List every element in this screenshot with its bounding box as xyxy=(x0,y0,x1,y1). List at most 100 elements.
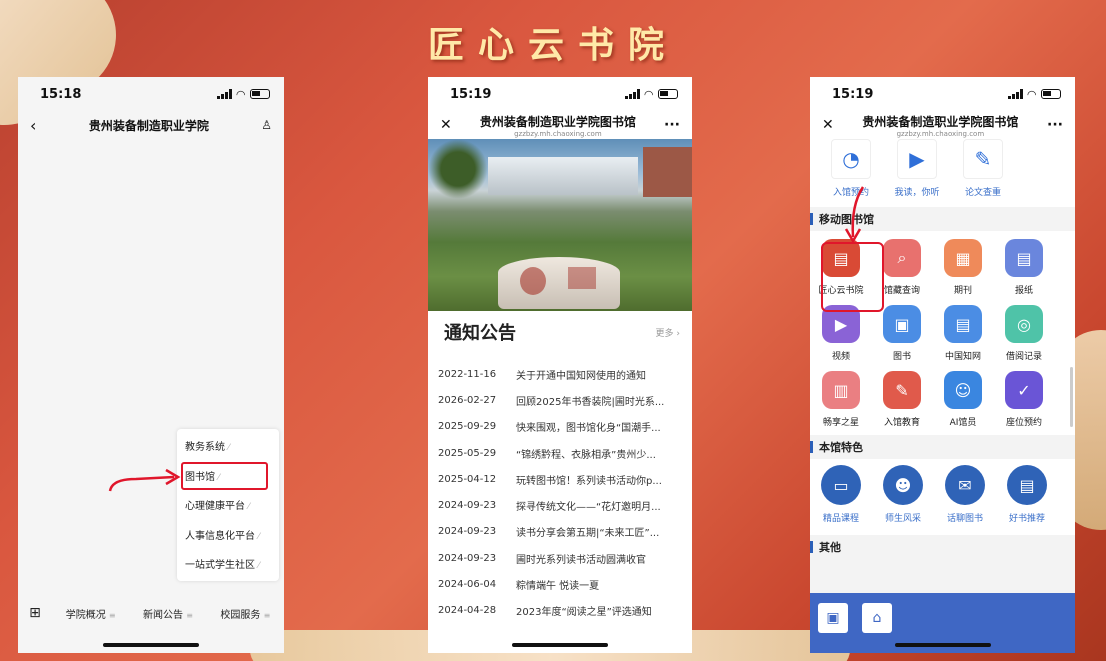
nav-bar: ✕ 贵州装备制造职业学院图书馆 gzzbzy.mh.chaoxing.com ··… xyxy=(428,111,692,139)
service-label: AI馆员 xyxy=(949,418,977,428)
notice-text: 关于开通中国知网使用的通知 xyxy=(516,370,646,382)
phone-library-home: 15:19 ◠ ✕ 贵州装备制造职业学院图书馆 gzzbzy.mh.chaoxin… xyxy=(428,77,692,653)
nav-bar: ✕ 贵州装备制造职业学院图书馆 gzzbzy.mh.chaoxing.com ··… xyxy=(810,111,1075,139)
clock-icon: ◔ xyxy=(831,139,871,179)
notice-row[interactable]: 2024-09-23 读书分享会第五期|“未来工匠”... xyxy=(428,519,692,545)
status-bar: 15:19 ◠ xyxy=(428,77,692,111)
notice-date: 2022-11-16 xyxy=(438,368,497,380)
notice-row[interactable]: 2025-09-29 快来围观，图书馆化身“国潮手... xyxy=(428,414,692,440)
feature-item[interactable]: ✉ 话聊图书 xyxy=(934,465,996,535)
service-label: 座位预约 xyxy=(1005,418,1042,428)
feature-row: ▭ 精品课程 ☻ 师生风采 ✉ 话聊图书 ▤ 好书推荐 xyxy=(810,459,1075,535)
more-link[interactable]: 更多 › xyxy=(656,326,681,339)
service-label: 视频 xyxy=(831,352,850,362)
service-icon: ◎ xyxy=(1005,305,1043,343)
mobile-library-item[interactable]: ▤ 中国知网 xyxy=(933,301,993,367)
notice-row[interactable]: 2024-09-23 探寻传统文化——“花灯邀明月... xyxy=(428,492,692,518)
notice-text: 圃时光系列读书活动圆满收官 xyxy=(516,554,646,566)
close-icon[interactable]: ✕ xyxy=(440,117,452,133)
service-popup-menu: 教务系统 ⁄ 图书馆 ⁄ 心理健康平台 ⁄ 人事信息化平台 ⁄ 一站式学生社区 ⁄ xyxy=(177,429,279,581)
campus-photo xyxy=(428,139,692,311)
service-icon: ☺ xyxy=(944,371,982,409)
feature-label: 话聊图书 xyxy=(946,514,983,524)
menu-item-hr[interactable]: 人事信息化平台 ⁄ xyxy=(177,522,279,552)
tab-news[interactable]: 新闻公告 ≡ xyxy=(129,606,206,621)
banner-title: 匠心云书院 xyxy=(427,24,678,66)
paper-check-item[interactable]: ✎ 论文查重 xyxy=(950,139,1016,207)
notice-text: “锦绣黔程、衣脉相承”贵州少... xyxy=(516,449,656,461)
notice-row[interactable]: 2024-06-04 粽情端午 悦读一夏 xyxy=(428,571,692,597)
status-time: 15:19 xyxy=(832,86,874,102)
feature-item[interactable]: ▤ 好书推荐 xyxy=(996,465,1058,535)
status-bar: 15:18 ◠ xyxy=(18,77,284,111)
mobile-library-item[interactable]: ✓ 座位预约 xyxy=(994,367,1054,433)
notice-row[interactable]: 2024-09-23 圃时光系列读书活动圆满收官 xyxy=(428,545,692,571)
service-icon: ▦ xyxy=(944,239,982,277)
more-icon[interactable]: ··· xyxy=(1047,117,1063,133)
service-icon: ✎ xyxy=(883,371,921,409)
red-arrow-annotation xyxy=(108,468,181,492)
screen-icon[interactable]: ▣ xyxy=(818,603,848,633)
notice-row[interactable]: 2025-04-12 玩转图书馆！系列读书活动你p... xyxy=(428,466,692,492)
menu-item-mental-health[interactable]: 心理健康平台 ⁄ xyxy=(177,492,279,522)
red-arrow-annotation xyxy=(844,186,865,244)
notice-date: 2025-09-29 xyxy=(438,421,497,433)
service-label: 期刊 xyxy=(953,286,972,296)
tab-college-overview[interactable]: 学院概况 ≡ xyxy=(52,606,129,621)
library-building-icon[interactable]: ⌂ xyxy=(862,603,892,633)
wifi-icon: ◠ xyxy=(644,87,653,101)
mobile-library-item[interactable]: ▦ 期刊 xyxy=(933,235,993,301)
service-icon: ⌕ xyxy=(883,239,921,277)
menu-item-academic[interactable]: 教务系统 ⁄ xyxy=(177,433,279,463)
nav-title: 贵州装备制造职业学院图书馆 xyxy=(862,114,1019,129)
feature-icon: ▭ xyxy=(821,465,861,505)
user-icon[interactable]: ♙ xyxy=(261,118,272,132)
status-time: 15:18 xyxy=(40,86,82,102)
notice-list: 2022-11-16 关于开通中国知网使用的通知 2026-02-27 回顾2025年… xyxy=(428,361,692,624)
feature-label: 精品课程 xyxy=(822,514,859,524)
more-icon[interactable]: ··· xyxy=(664,117,680,133)
section-features: 本馆特色 xyxy=(810,435,1075,459)
nav-subtitle: gzzbzy.mh.chaoxing.com xyxy=(896,129,985,138)
menu-item-student-community[interactable]: 一站式学生社区 ⁄ xyxy=(177,551,279,581)
notice-date: 2024-04-28 xyxy=(438,605,497,617)
mobile-library-item[interactable]: ▤ 报纸 xyxy=(994,235,1054,301)
mobile-library-item[interactable]: ▥ 畅享之星 xyxy=(811,367,871,433)
service-label: 报纸 xyxy=(1014,286,1033,296)
notice-row[interactable]: 2026-02-27 回顾2025年书香装院|圃时光系... xyxy=(428,387,692,413)
signal-icon xyxy=(1007,89,1023,99)
feature-item[interactable]: ☻ 师生风采 xyxy=(872,465,934,535)
notice-date: 2026-02-27 xyxy=(438,394,497,406)
battery-icon xyxy=(1041,89,1061,99)
notice-date: 2025-05-29 xyxy=(438,447,497,459)
mobile-library-item[interactable]: ☺ AI馆员 xyxy=(933,367,993,433)
feature-item[interactable]: ▭ 精品课程 xyxy=(810,465,872,535)
bottom-tab-bar: ⊞ 学院概况 ≡ 新闻公告 ≡ 校园服务 ≡ xyxy=(18,593,284,633)
section-other: 其他 xyxy=(810,535,1075,559)
notice-text: 读书分享会第五期|“未来工匠”... xyxy=(516,528,660,540)
scrollbar[interactable] xyxy=(1070,367,1073,427)
feature-icon: ✉ xyxy=(945,465,985,505)
notice-date: 2024-06-04 xyxy=(438,579,497,591)
mobile-library-item[interactable]: ✎ 入馆教育 xyxy=(872,367,932,433)
close-icon[interactable]: ✕ xyxy=(822,117,834,133)
mobile-library-item[interactable]: ◎ 借阅记录 xyxy=(994,301,1054,367)
nav-title: 贵州装备制造职业学院 xyxy=(88,118,209,133)
notice-text: 2023年度“阅读之星”评选通知 xyxy=(516,607,652,619)
notice-text: 玩转图书馆！系列读书活动你p... xyxy=(516,475,662,487)
service-icon: ▤ xyxy=(1005,239,1043,277)
notice-row[interactable]: 2024-04-28 2023年度“阅读之星”评选通知 xyxy=(428,598,692,624)
read-listen-item[interactable]: ▶ 我读，你听 xyxy=(884,139,950,207)
feature-label: 好书推荐 xyxy=(1008,514,1045,524)
signal-icon xyxy=(216,89,232,99)
battery-icon xyxy=(250,89,270,99)
service-icon: ▣ xyxy=(883,305,921,343)
status-time: 15:19 xyxy=(450,86,492,102)
notice-date: 2025-04-12 xyxy=(438,473,497,485)
notice-row[interactable]: 2022-11-16 关于开通中国知网使用的通知 xyxy=(428,361,692,387)
notice-row[interactable]: 2025-05-29 “锦绣黔程、衣脉相承”贵州少... xyxy=(428,440,692,466)
keyboard-icon[interactable]: ⊞ xyxy=(18,605,52,621)
tab-campus-service[interactable]: 校园服务 ≡ xyxy=(207,606,284,621)
chevron-right-icon: › xyxy=(676,328,680,339)
signal-icon xyxy=(624,89,640,99)
